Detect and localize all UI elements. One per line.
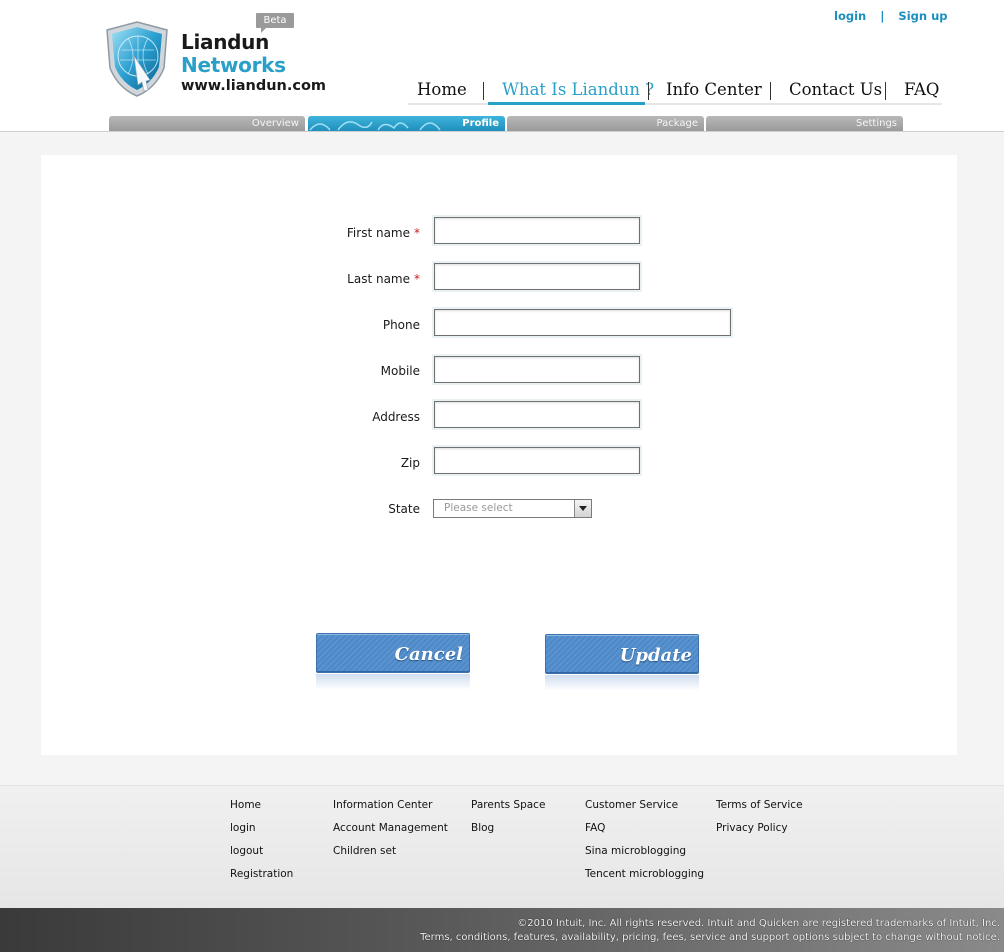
last-name-input[interactable]: [434, 263, 640, 290]
footer-link-registration[interactable]: Registration: [230, 867, 293, 890]
footer-column-2: Information Center Account Management Ch…: [333, 798, 448, 867]
footer-link-terms-of-service[interactable]: Terms of Service: [716, 798, 803, 821]
nav-separator: [770, 82, 771, 100]
brand-name-line2: Networks: [181, 53, 286, 77]
last-name-label: Last name *: [347, 272, 420, 286]
footer-link-customer-service[interactable]: Customer Service: [585, 798, 704, 821]
update-button-reflection: [545, 675, 699, 691]
site-logo[interactable]: Liandun Networks www.liandun.com Beta: [104, 13, 326, 100]
site-header: Liandun Networks www.liandun.com Beta lo…: [0, 0, 1004, 132]
cancel-button-reflection: [316, 674, 470, 690]
login-link[interactable]: login: [834, 9, 866, 23]
state-label: State: [388, 502, 420, 516]
nav-item-faq[interactable]: FAQ: [904, 80, 939, 99]
auth-separator: |: [880, 9, 885, 23]
state-selected-value: Please select: [444, 502, 513, 514]
mobile-input[interactable]: [434, 356, 640, 383]
footer-column-5: Terms of Service Privacy Policy: [716, 798, 803, 844]
nav-active-indicator: [488, 102, 645, 105]
nav-item-home[interactable]: Home: [417, 80, 467, 99]
shield-globe-icon: [106, 21, 168, 97]
footer-link-home[interactable]: Home: [230, 798, 293, 821]
chevron-down-icon[interactable]: [574, 500, 591, 517]
nav-separator: [648, 82, 649, 100]
beta-badge: Beta: [256, 13, 294, 33]
tab-profile[interactable]: Profile: [308, 116, 505, 131]
required-marker: *: [414, 226, 420, 240]
tab-profile-label: Profile: [462, 118, 499, 129]
footer-link-tencent-microblogging[interactable]: Tencent microblogging: [585, 867, 704, 890]
footer-link-blog[interactable]: Blog: [471, 821, 545, 844]
footer-column-3: Parents Space Blog: [471, 798, 545, 844]
nav-item-contact-us[interactable]: Contact Us: [789, 80, 882, 99]
swirl-decoration-icon: [309, 121, 441, 131]
brand-domain: www.liandun.com: [181, 78, 327, 94]
tab-settings[interactable]: Settings: [706, 116, 903, 131]
footer-link-parents-space[interactable]: Parents Space: [471, 798, 545, 821]
footer-link-sina-microblogging[interactable]: Sina microblogging: [585, 844, 704, 867]
nav-separator: [885, 82, 886, 100]
signup-link[interactable]: Sign up: [898, 9, 947, 23]
phone-input[interactable]: [434, 309, 731, 336]
update-button[interactable]: Update: [545, 634, 699, 674]
mobile-label: Mobile: [380, 364, 420, 378]
footer-link-children-set[interactable]: Children set: [333, 844, 448, 867]
footer-link-login[interactable]: login: [230, 821, 293, 844]
copyright-line-1: ©2010 Intuit, Inc. All rights reserved. …: [517, 918, 1000, 929]
state-select[interactable]: Please select: [433, 499, 592, 518]
nav-item-info-center[interactable]: Info Center: [666, 80, 762, 99]
profile-form-panel: First name * Last name * Phone Mobile Addr…: [41, 155, 957, 755]
copyright-bar: ©2010 Intuit, Inc. All rights reserved. …: [0, 908, 1004, 952]
brand-name-line1: Liandun: [181, 30, 270, 54]
footer-link-privacy-policy[interactable]: Privacy Policy: [716, 821, 803, 844]
nav-item-what-is-liandun[interactable]: What Is Liandun ?: [502, 80, 654, 99]
nav-separator: [483, 82, 484, 100]
tab-package[interactable]: Package: [507, 116, 704, 131]
footer-column-1: Home login logout Registration: [230, 798, 293, 890]
footer-link-logout[interactable]: logout: [230, 844, 293, 867]
copyright-line-2: Terms, conditions, features, availabilit…: [420, 932, 1000, 943]
auth-links: login | Sign up: [834, 9, 948, 23]
footer-link-information-center[interactable]: Information Center: [333, 798, 448, 821]
footer-column-4: Customer Service FAQ Sina microblogging …: [585, 798, 704, 890]
zip-input[interactable]: [434, 447, 640, 474]
cancel-button[interactable]: Cancel: [316, 633, 470, 673]
zip-label: Zip: [400, 456, 420, 470]
footer-link-faq[interactable]: FAQ: [585, 821, 704, 844]
first-name-input[interactable]: [434, 217, 640, 244]
first-name-label: First name *: [346, 226, 420, 240]
tab-overview[interactable]: Overview: [109, 116, 305, 131]
footer-link-account-management[interactable]: Account Management: [333, 821, 448, 844]
required-marker: *: [414, 272, 420, 286]
address-input[interactable]: [434, 401, 640, 428]
address-label: Address: [372, 410, 420, 424]
phone-label: Phone: [382, 318, 420, 332]
site-footer: Home login logout Registration Informati…: [0, 785, 1004, 909]
